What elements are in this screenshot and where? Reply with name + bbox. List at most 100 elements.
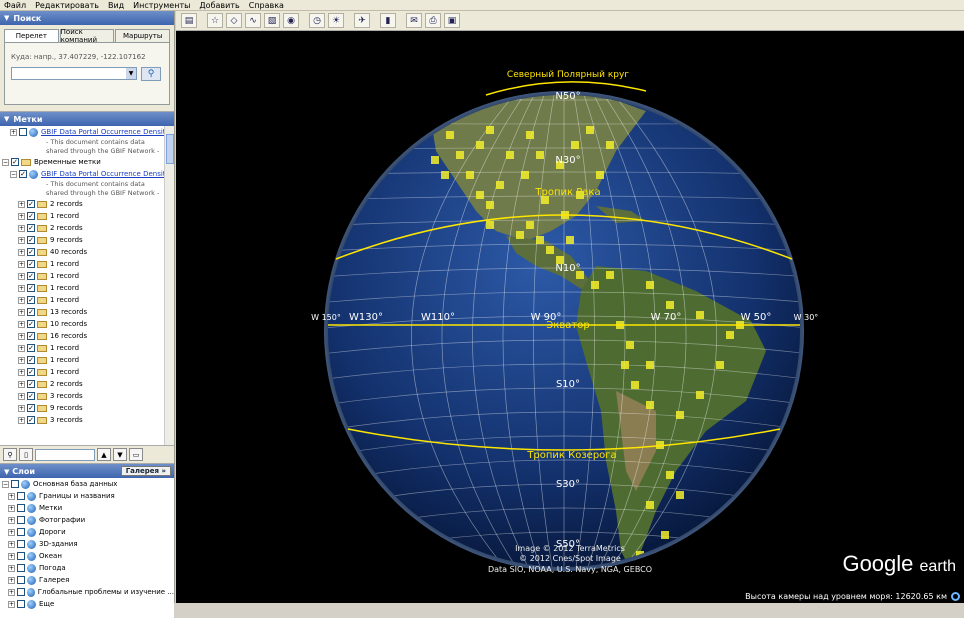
expand-icon[interactable]: +	[18, 212, 25, 220]
expand-icon[interactable]: +	[18, 416, 25, 424]
checkbox[interactable]: ✓	[27, 260, 35, 268]
move-down-icon[interactable]: ▼	[113, 448, 127, 461]
add-path-icon[interactable]: ∿	[245, 13, 261, 28]
view-in-maps-icon[interactable]: ▣	[444, 13, 460, 28]
collapse-triangle-icon[interactable]: ▼	[4, 14, 9, 22]
record-row[interactable]: + ✓ 1 record	[0, 366, 174, 378]
menu-help[interactable]: Справка	[249, 1, 284, 10]
add-folder-icon[interactable]: ▭	[129, 448, 143, 461]
expand-icon[interactable]: +	[18, 356, 25, 364]
record-row[interactable]: + ✓ 1 record	[0, 294, 174, 306]
checkbox[interactable]: ✓	[19, 170, 27, 178]
checkbox[interactable]: ✓	[27, 344, 35, 352]
checkbox[interactable]: ✓	[27, 272, 35, 280]
expand-icon[interactable]: +	[18, 344, 25, 352]
layer-row[interactable]: + Галерея	[0, 574, 174, 586]
expand-icon[interactable]: +	[8, 504, 15, 512]
planets-icon[interactable]: ✈	[354, 13, 370, 28]
checkbox[interactable]: ✓	[27, 392, 35, 400]
collapse-triangle-icon[interactable]: ▼	[4, 468, 9, 476]
expand-icon[interactable]: +	[18, 320, 25, 328]
tree-row-doc2[interactable]: − ✓ GBIF Data Portal Occurrence Density	[0, 168, 174, 180]
checkbox[interactable]: ✓	[27, 356, 35, 364]
expand-icon[interactable]: +	[18, 296, 25, 304]
layer-row[interactable]: +3D-здания	[0, 538, 174, 550]
checkbox[interactable]: ✓	[27, 200, 35, 208]
add-polygon-icon[interactable]: ◇	[226, 13, 242, 28]
ruler-icon[interactable]: ▮	[380, 13, 396, 28]
checkbox[interactable]	[17, 540, 25, 548]
checkbox[interactable]	[17, 492, 25, 500]
checkbox[interactable]: ✓	[27, 308, 35, 316]
search-input[interactable]: ▼	[11, 67, 137, 80]
expand-icon[interactable]: +	[8, 576, 15, 584]
layer-row[interactable]: + Погода	[0, 562, 174, 574]
record-tour-icon[interactable]: ◉	[283, 13, 299, 28]
expand-icon[interactable]: +	[18, 200, 25, 208]
checkbox[interactable]: ✓	[27, 212, 35, 220]
record-row[interactable]: + ✓ 1 record	[0, 342, 174, 354]
checkbox[interactable]: ✓	[27, 224, 35, 232]
checkbox[interactable]	[17, 504, 25, 512]
collapse-icon[interactable]: −	[10, 170, 17, 178]
expand-icon[interactable]: +	[18, 380, 25, 388]
move-up-icon[interactable]: ▲	[97, 448, 111, 461]
print-icon[interactable]: ⎙	[425, 13, 441, 28]
checkbox[interactable]	[19, 128, 27, 136]
record-row[interactable]: + ✓ 13 records	[0, 306, 174, 318]
expand-icon[interactable]: +	[8, 540, 15, 548]
checkbox[interactable]: ✓	[27, 284, 35, 292]
globe-svg[interactable]: Северный Полярный круг Тропик Рака Экват…	[176, 31, 964, 603]
expand-icon[interactable]: +	[8, 564, 15, 572]
expand-icon[interactable]: +	[18, 392, 25, 400]
layer-row[interactable]: + Еще	[0, 598, 174, 610]
scroll-thumb[interactable]	[166, 134, 174, 164]
checkbox[interactable]	[17, 600, 25, 608]
email-icon[interactable]: ✉	[406, 13, 422, 28]
record-row[interactable]: + ✓ 1 record	[0, 210, 174, 222]
places-tree[interactable]: + GBIF Data Portal Occurrence Density - …	[0, 126, 174, 446]
checkbox[interactable]	[17, 588, 25, 596]
tab-fly-to[interactable]: Перелет	[4, 29, 59, 42]
record-row[interactable]: + ✓ 1 record	[0, 354, 174, 366]
checkbox[interactable]: ✓	[27, 296, 35, 304]
collapse-icon[interactable]: −	[2, 158, 9, 166]
expand-icon[interactable]: +	[18, 332, 25, 340]
record-row[interactable]: + ✓ 1 record	[0, 270, 174, 282]
record-row[interactable]: + ✓ 9 records	[0, 402, 174, 414]
dropdown-arrow-icon[interactable]: ▼	[126, 68, 136, 79]
expand-icon[interactable]: +	[18, 272, 25, 280]
checkbox[interactable]: ✓	[27, 368, 35, 376]
tab-find-business[interactable]: Поиск компаний	[59, 28, 115, 44]
record-row[interactable]: + ✓ 1 record	[0, 282, 174, 294]
historical-imagery-icon[interactable]: ◷	[309, 13, 325, 28]
checkbox[interactable]: ✓	[27, 248, 35, 256]
expand-icon[interactable]: +	[8, 552, 15, 560]
expand-icon[interactable]: +	[8, 588, 15, 596]
record-row[interactable]: + ✓ 9 records	[0, 234, 174, 246]
doc-link[interactable]: GBIF Data Portal Occurrence Density	[41, 170, 170, 178]
doc-link[interactable]: GBIF Data Portal Occurrence Density	[41, 128, 170, 136]
layer-row[interactable]: + Глобальные проблемы и изучение ...	[0, 586, 174, 598]
sidebar-toggle-icon[interactable]: ▤	[181, 13, 197, 28]
layer-row[interactable]: − Основная база данных	[0, 478, 174, 490]
expand-icon[interactable]: +	[18, 308, 25, 316]
tab-directions[interactable]: Маршруты	[115, 29, 171, 42]
expand-icon[interactable]: +	[18, 260, 25, 268]
checkbox[interactable]	[11, 480, 19, 488]
search-places-icon[interactable]: ⚲	[3, 448, 17, 461]
menu-edit[interactable]: Редактировать	[35, 1, 99, 10]
checkbox[interactable]: ✓	[27, 236, 35, 244]
layers-panel-header[interactable]: ▼ Слои Галерея »	[0, 464, 174, 478]
record-row[interactable]: + ✓ 2 records	[0, 198, 174, 210]
places-panel-header[interactable]: ▼ Метки	[0, 112, 174, 126]
checkbox[interactable]	[17, 552, 25, 560]
checkbox[interactable]: ✓	[27, 320, 35, 328]
checkbox[interactable]: ✓	[27, 416, 35, 424]
checkbox[interactable]: ✓	[27, 380, 35, 388]
expand-icon[interactable]: +	[10, 128, 17, 136]
checkbox[interactable]: ✓	[27, 332, 35, 340]
record-row[interactable]: + ✓ 3 records	[0, 414, 174, 426]
panel-toggle-icon[interactable]: ▯	[19, 448, 33, 461]
record-row[interactable]: + ✓ 2 records	[0, 378, 174, 390]
